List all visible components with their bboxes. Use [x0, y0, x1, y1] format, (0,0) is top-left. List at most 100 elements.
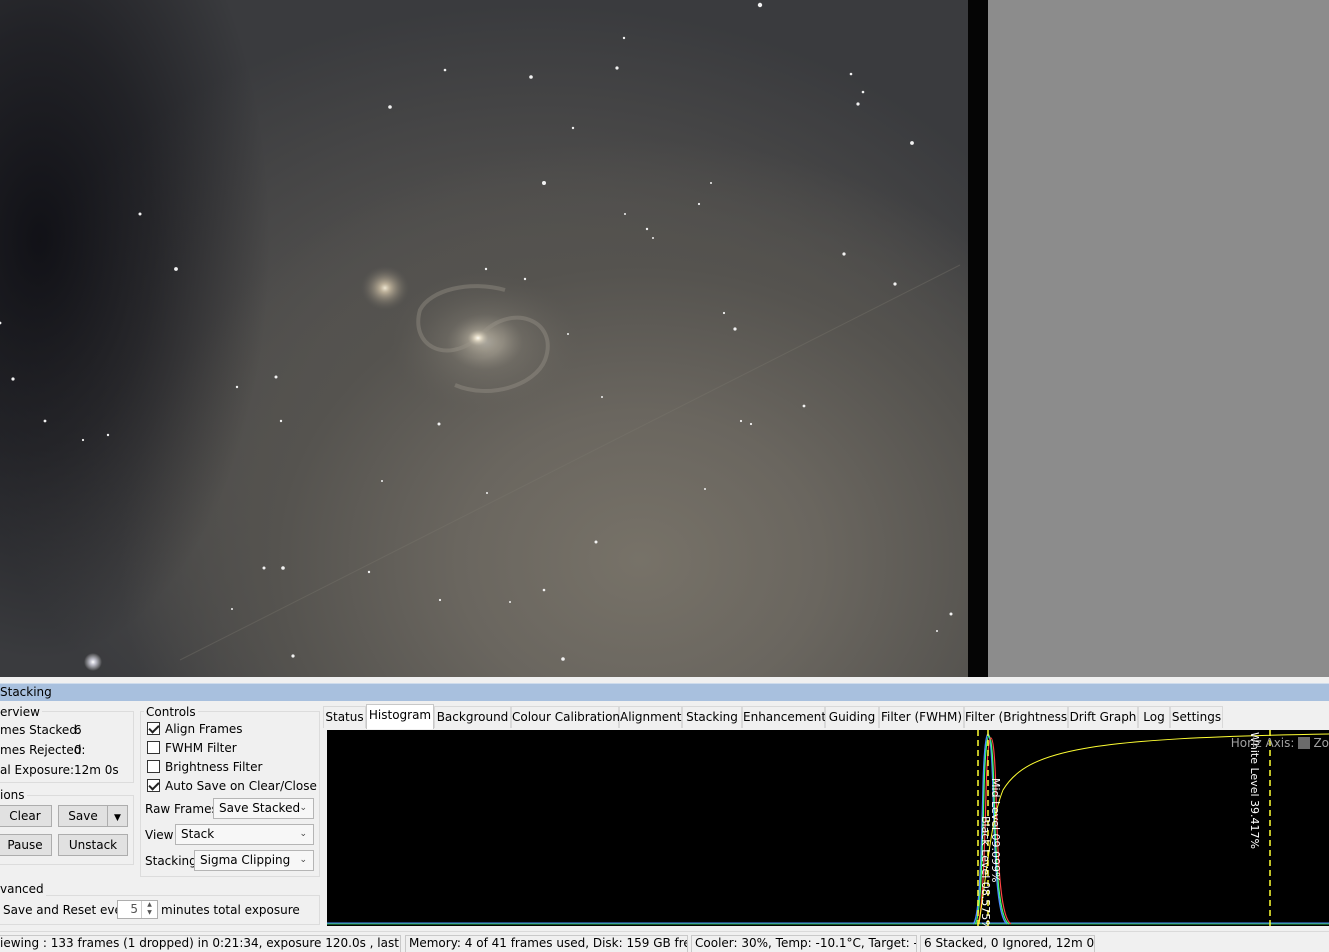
- overview-label: erview: [0, 705, 42, 719]
- stretch-curve: [978, 733, 1329, 925]
- tab-status[interactable]: Status: [323, 706, 366, 728]
- tab-filter-brightness[interactable]: Filter (Brightness): [964, 706, 1072, 728]
- star: [910, 141, 914, 145]
- tab-alignment[interactable]: Alignment: [619, 706, 682, 728]
- bright-star: [84, 653, 102, 671]
- status-summary: 6 Stacked, 0 Ignored, 12m 0s: [920, 935, 1095, 952]
- raw-frames-label: Raw Frames: [145, 802, 218, 816]
- save-dropdown-button[interactable]: ▼: [107, 805, 128, 827]
- unstack-button[interactable]: Unstack: [58, 834, 128, 856]
- total-exposure-value: 12m 0s: [74, 763, 119, 777]
- star: [438, 598, 442, 602]
- brightness-filter-checkbox[interactable]: [147, 760, 160, 773]
- star: [567, 333, 569, 335]
- stacking-mode-label: Stacking: [145, 854, 197, 868]
- star: [381, 480, 383, 482]
- star: [279, 419, 283, 423]
- star: [484, 267, 488, 271]
- stacking-mode-value: Sigma Clipping: [200, 853, 291, 867]
- star: [388, 105, 392, 109]
- star: [624, 213, 626, 215]
- raw-frames-value: Save Stacked: [219, 801, 301, 815]
- view-select[interactable]: Stack ⌄: [175, 824, 314, 845]
- star: [561, 657, 565, 661]
- stacked-image[interactable]: [0, 0, 968, 677]
- tab-histogram[interactable]: Histogram: [366, 704, 434, 729]
- star: [367, 570, 371, 574]
- chevron-down-icon: ⌄: [299, 829, 307, 839]
- galaxy: [361, 266, 580, 412]
- tab-background[interactable]: Background: [434, 706, 511, 728]
- star: [652, 237, 654, 239]
- chevron-down-icon: ▼: [114, 813, 121, 823]
- star: [106, 433, 110, 437]
- horiz-axis-control[interactable]: Horiz Axis: Zo: [1231, 736, 1329, 750]
- star: [443, 68, 447, 72]
- save-reset-label: Save and Reset every: [3, 903, 134, 917]
- tab-filter-fwhm[interactable]: Filter (FWHM): [879, 706, 964, 728]
- star: [81, 438, 85, 442]
- star: [523, 277, 527, 281]
- star: [262, 566, 266, 570]
- zoom-checkbox[interactable]: [1298, 737, 1311, 749]
- view-value: Stack: [181, 827, 215, 841]
- star: [849, 72, 853, 76]
- star: [722, 311, 726, 315]
- star: [802, 404, 806, 408]
- view-label: View: [145, 828, 174, 842]
- star: [645, 227, 649, 231]
- total-exposure-label: al Exposure:: [0, 763, 75, 777]
- star: [274, 375, 278, 379]
- stacking-panel-titlebar[interactable]: Stacking: [0, 683, 1329, 701]
- tab-guiding[interactable]: Guiding: [825, 706, 879, 728]
- save-reset-minutes-stepper[interactable]: 5 ▲ ▼: [117, 900, 158, 919]
- raw-frames-select[interactable]: Save Stacked ⌄: [213, 798, 314, 819]
- star: [291, 654, 295, 658]
- star: [733, 327, 737, 331]
- status-memory: Memory: 4 of 41 frames used, Disk: 159 G…: [405, 935, 688, 952]
- brightness-filter-label: Brightness Filter: [165, 760, 263, 774]
- auto-save-checkbox[interactable]: [147, 779, 160, 792]
- star: [622, 36, 626, 40]
- star: [749, 422, 753, 426]
- frames-stacked-value: 6: [74, 723, 82, 737]
- star: [861, 90, 865, 94]
- clear-button[interactable]: Clear: [0, 805, 52, 827]
- star: [529, 75, 533, 79]
- tab-settings[interactable]: Settings: [1170, 706, 1223, 728]
- star: [231, 608, 233, 610]
- align-frames-checkbox[interactable]: [147, 722, 160, 735]
- fwhm-filter-checkbox[interactable]: [147, 741, 160, 754]
- tab-stacking[interactable]: Stacking: [682, 706, 742, 728]
- star: [601, 396, 603, 398]
- star: [437, 422, 441, 426]
- tab-enhancement[interactable]: Enhancement: [742, 706, 826, 728]
- advanced-label: vanced: [0, 882, 46, 896]
- actions-label: ions: [0, 788, 27, 802]
- star: [757, 2, 763, 8]
- stepper-down-icon[interactable]: ▼: [142, 909, 157, 917]
- star: [542, 588, 546, 592]
- tab-log[interactable]: Log: [1138, 706, 1170, 728]
- star: [856, 102, 860, 106]
- star: [949, 612, 953, 616]
- zoom-label: Zo: [1313, 736, 1329, 750]
- auto-save-label: Auto Save on Clear/Close: [165, 779, 317, 793]
- chevron-down-icon: ⌄: [299, 803, 307, 813]
- star-field: [0, 2, 961, 671]
- star: [138, 212, 142, 216]
- histogram-plot[interactable]: Black Level 08.575% Mid Level 09.099% Wh…: [327, 730, 1329, 926]
- pause-button[interactable]: Pause: [0, 834, 52, 856]
- save-reset-suffix: minutes total exposure: [161, 903, 300, 917]
- stepper-up-icon[interactable]: ▲: [142, 901, 157, 909]
- frames-rejected-value: 0: [74, 743, 82, 757]
- tab-drift-graph[interactable]: Drift Graph: [1068, 706, 1138, 728]
- status-cooler: Cooler: 30%, Temp: -10.1°C, Target: -10.…: [691, 935, 917, 952]
- stacking-mode-select[interactable]: Sigma Clipping ⌄: [194, 850, 314, 871]
- save-button[interactable]: Save: [58, 805, 108, 827]
- tab-colour-calibration[interactable]: Colour Calibration: [511, 706, 620, 728]
- star: [174, 267, 178, 271]
- star: [542, 181, 546, 185]
- image-viewer[interactable]: [0, 0, 1329, 677]
- stacking-panel-title: Stacking: [0, 685, 52, 699]
